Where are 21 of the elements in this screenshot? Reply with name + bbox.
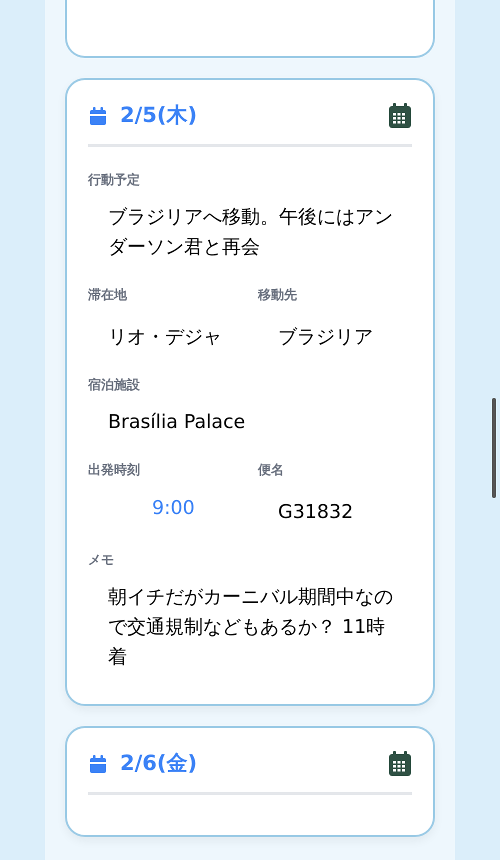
date-heading: 2/6(金) [120,750,198,777]
calendar-grid-icon[interactable] [388,750,412,777]
field-label: 滞在地 [88,287,128,305]
field-label: 移動先 [258,287,298,305]
field-label: 便名 [258,462,285,480]
field-label: 宿泊施設 [88,376,141,394]
field-label: 行動予定 [88,172,141,190]
field-value: ブラジリアへ移動。午後にはアンダーソン君と再会 [107,205,394,260]
calendar-icon [88,106,108,126]
scrollbar[interactable] [492,398,496,498]
field-value: リオ・デジャ [107,324,223,350]
field-label: 出発時刻 [88,462,141,480]
field-value: Brasília Palace [107,410,246,435]
date-heading: 2/5(木) [120,102,198,129]
field-value: 朝イチだがカーニバル期間中なので交通規制などもあるか？ 11時着 [107,585,394,670]
field-value: G31832 [277,500,354,524]
field-value: ブラジリア [277,324,374,350]
field-label: メモ [88,552,115,570]
field-value: 9:00 [151,496,196,520]
calendar-grid-icon[interactable] [388,102,412,129]
calendar-icon [88,754,108,774]
